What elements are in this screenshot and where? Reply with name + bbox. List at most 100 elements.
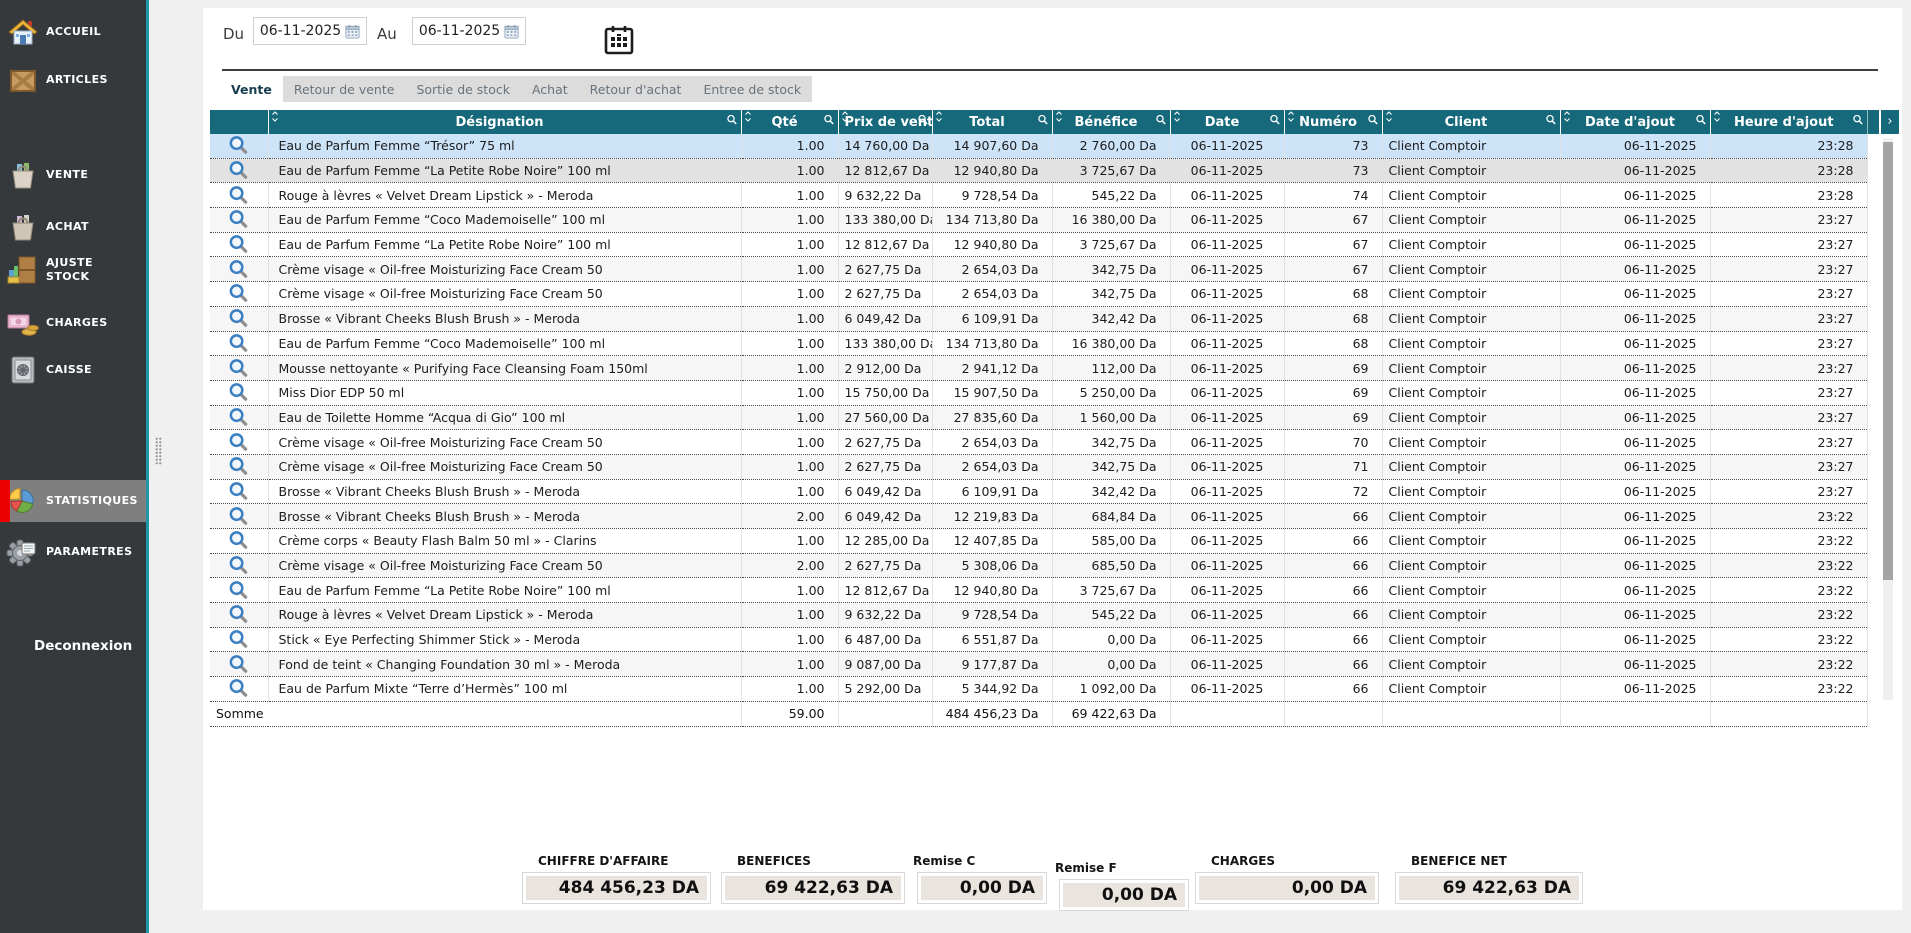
column-header-date[interactable]: Date bbox=[1170, 110, 1284, 134]
magnifier-icon[interactable] bbox=[228, 483, 249, 498]
panel-resize-grip-icon[interactable] bbox=[155, 437, 162, 465]
tab-sortie-de-stock[interactable]: Sortie de stock bbox=[405, 76, 521, 102]
column-header-prix-de-vente[interactable]: Prix de vente bbox=[838, 110, 932, 134]
table-row[interactable]: Fond de teint « Changing Foundation 30 m… bbox=[210, 652, 1867, 677]
magnifier-icon[interactable] bbox=[228, 187, 249, 202]
column-header-total[interactable]: Total bbox=[932, 110, 1052, 134]
table-row[interactable]: Brosse « Vibrant Cheeks Blush Brush » - … bbox=[210, 504, 1867, 529]
table-row[interactable]: Crème visage « Oil-free Moisturizing Fac… bbox=[210, 430, 1867, 455]
tab-vente[interactable]: Vente bbox=[220, 76, 283, 102]
tab-entree-de-stock[interactable]: Entree de stock bbox=[692, 76, 812, 102]
table-row[interactable]: Eau de Parfum Femme “La Petite Robe Noir… bbox=[210, 158, 1867, 183]
sidebar-item-charges[interactable]: CHARGES bbox=[0, 301, 146, 345]
column-header-b-n-fice[interactable]: Bénéfice bbox=[1052, 110, 1170, 134]
magnifier-icon[interactable] bbox=[228, 508, 249, 523]
row-detail-button[interactable] bbox=[210, 504, 268, 529]
row-detail-button[interactable] bbox=[210, 134, 268, 158]
table-row[interactable]: Stick « Eye Perfecting Shimmer Stick » -… bbox=[210, 627, 1867, 652]
sidebar-item-caisse[interactable]: CAISSE bbox=[0, 347, 146, 393]
table-row[interactable]: Eau de Parfum Femme “Trésor” 75 ml1.0014… bbox=[210, 134, 1867, 158]
magnifier-icon[interactable] bbox=[228, 384, 249, 399]
magnifier-icon[interactable] bbox=[228, 557, 249, 572]
column-filter-icon[interactable] bbox=[1269, 114, 1281, 130]
magnifier-icon[interactable] bbox=[228, 285, 249, 300]
sidebar-item-parametres[interactable]: PARAMETRES bbox=[0, 529, 146, 575]
magnifier-icon[interactable] bbox=[228, 211, 249, 226]
magnifier-icon[interactable] bbox=[228, 261, 249, 276]
scroll-columns-right-button[interactable]: › bbox=[1881, 110, 1899, 134]
magnifier-icon[interactable] bbox=[228, 582, 249, 597]
row-detail-button[interactable] bbox=[210, 652, 268, 677]
magnifier-icon[interactable] bbox=[228, 631, 249, 646]
scrollbar-thumb[interactable] bbox=[1883, 142, 1893, 580]
row-detail-button[interactable] bbox=[210, 603, 268, 628]
column-header-client[interactable]: Client bbox=[1382, 110, 1560, 134]
column-filter-icon[interactable] bbox=[1852, 114, 1864, 130]
sidebar-item-articles[interactable]: ARTICLES bbox=[0, 58, 146, 102]
column-filter-icon[interactable] bbox=[823, 114, 835, 130]
magnifier-icon[interactable] bbox=[228, 310, 249, 325]
column-resize-grip-icon[interactable] bbox=[1563, 111, 1571, 126]
magnifier-icon[interactable] bbox=[228, 458, 249, 473]
table-row[interactable]: Eau de Parfum Femme “Coco Mademoiselle” … bbox=[210, 331, 1867, 356]
sidebar-item-statistiques[interactable]: STATISTIQUES bbox=[0, 480, 146, 522]
table-row[interactable]: Crème visage « Oil-free Moisturizing Fac… bbox=[210, 553, 1867, 578]
date-to-input[interactable]: 06-11-2025 bbox=[412, 17, 526, 45]
column-header-qt-[interactable]: Qté bbox=[741, 110, 838, 134]
table-row[interactable]: Crème visage « Oil-free Moisturizing Fac… bbox=[210, 454, 1867, 479]
table-row[interactable]: Eau de Toilette Homme “Acqua di Gio” 100… bbox=[210, 405, 1867, 430]
column-resize-grip-icon[interactable] bbox=[1055, 111, 1063, 126]
column-filter-icon[interactable] bbox=[1037, 114, 1049, 130]
sidebar-item-achat[interactable]: ACHAT bbox=[0, 204, 146, 250]
row-detail-button[interactable] bbox=[210, 430, 268, 455]
row-detail-button[interactable] bbox=[210, 257, 268, 282]
row-detail-button[interactable] bbox=[210, 529, 268, 554]
row-detail-button[interactable] bbox=[210, 158, 268, 183]
column-resize-grip-icon[interactable] bbox=[841, 111, 849, 126]
column-header-d-signation[interactable]: Désignation bbox=[268, 110, 741, 134]
magnifier-icon[interactable] bbox=[228, 162, 249, 177]
column-resize-grip-icon[interactable] bbox=[935, 111, 943, 126]
table-row[interactable]: Crème corps « Beauty Flash Balm 50 ml » … bbox=[210, 529, 1867, 554]
row-detail-button[interactable] bbox=[210, 331, 268, 356]
table-row[interactable]: Eau de Parfum Femme “Coco Mademoiselle” … bbox=[210, 208, 1867, 233]
column-resize-grip-icon[interactable] bbox=[271, 111, 279, 126]
row-detail-button[interactable] bbox=[210, 454, 268, 479]
column-resize-grip-icon[interactable] bbox=[744, 111, 752, 126]
sidebar-item-accueil[interactable]: ACCUEIL bbox=[0, 10, 146, 54]
tab-achat[interactable]: Achat bbox=[521, 76, 579, 102]
magnifier-icon[interactable] bbox=[228, 606, 249, 621]
magnifier-icon[interactable] bbox=[228, 434, 249, 449]
column-filter-icon[interactable] bbox=[1695, 114, 1707, 130]
row-detail-button[interactable] bbox=[210, 677, 268, 702]
column-filter-icon[interactable] bbox=[1155, 114, 1167, 130]
row-detail-button[interactable] bbox=[210, 405, 268, 430]
logout-link[interactable]: Deconnexion bbox=[34, 638, 132, 654]
table-row[interactable]: Crème visage « Oil-free Moisturizing Fac… bbox=[210, 257, 1867, 282]
column-resize-grip-icon[interactable] bbox=[1713, 111, 1721, 126]
table-row[interactable]: Eau de Parfum Femme “La Petite Robe Noir… bbox=[210, 232, 1867, 257]
column-resize-grip-icon[interactable] bbox=[1287, 111, 1295, 126]
column-header-actions[interactable] bbox=[210, 110, 268, 134]
row-detail-button[interactable] bbox=[210, 380, 268, 405]
date-from-input[interactable]: 06-11-2025 bbox=[253, 17, 367, 45]
row-detail-button[interactable] bbox=[210, 627, 268, 652]
sidebar-item-vente[interactable]: VENTE bbox=[0, 152, 146, 198]
row-detail-button[interactable] bbox=[210, 282, 268, 307]
table-row[interactable]: Miss Dior EDP 50 ml1.0015 750,00 Da15 90… bbox=[210, 380, 1867, 405]
column-header-heure-d-ajout[interactable]: Heure d'ajout bbox=[1710, 110, 1867, 134]
row-detail-button[interactable] bbox=[210, 306, 268, 331]
row-detail-button[interactable] bbox=[210, 208, 268, 233]
table-row[interactable]: Rouge à lèvres « Velvet Dream Lipstick »… bbox=[210, 183, 1867, 208]
open-calendar-button[interactable] bbox=[601, 23, 637, 59]
vertical-scrollbar[interactable] bbox=[1883, 138, 1893, 700]
row-detail-button[interactable] bbox=[210, 553, 268, 578]
magnifier-icon[interactable] bbox=[228, 360, 249, 375]
row-detail-button[interactable] bbox=[210, 578, 268, 603]
table-row[interactable]: Eau de Parfum Mixte “Terre d’Hermès” 100… bbox=[210, 677, 1867, 702]
table-row[interactable]: Brosse « Vibrant Cheeks Blush Brush » - … bbox=[210, 479, 1867, 504]
magnifier-icon[interactable] bbox=[228, 680, 249, 695]
calendar-small-icon[interactable] bbox=[504, 24, 519, 39]
sidebar-item-ajuste-stock[interactable]: AJUSTE STOCK bbox=[0, 246, 146, 294]
row-detail-button[interactable] bbox=[210, 183, 268, 208]
